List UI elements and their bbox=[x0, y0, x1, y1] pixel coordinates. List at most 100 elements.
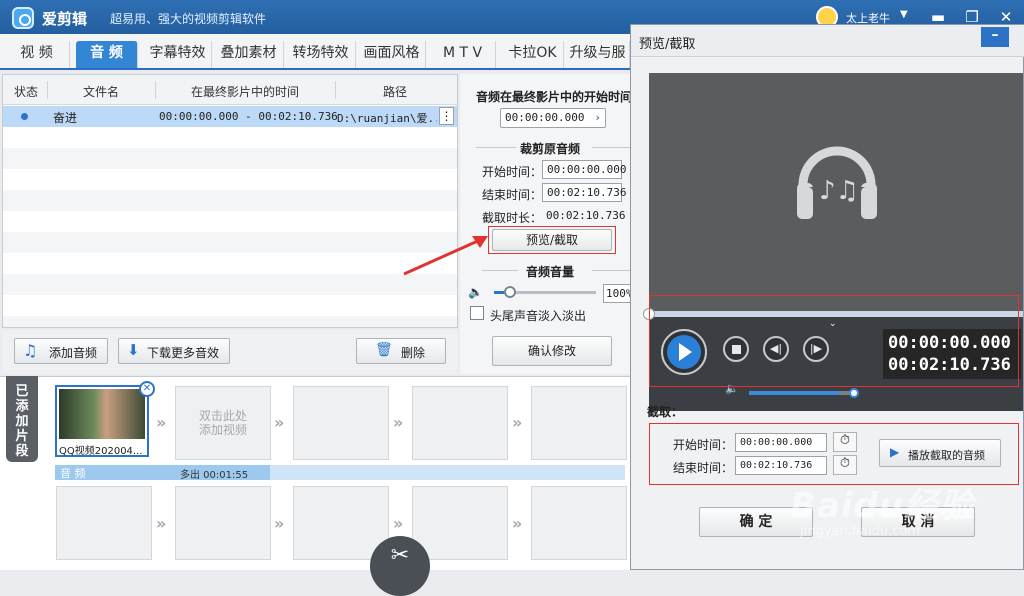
add-video-hint-1: 双击此处 bbox=[198, 409, 247, 423]
column-filename: 文件名 bbox=[82, 85, 119, 99]
end-time-label: 结束时间： bbox=[482, 188, 543, 202]
added-clips-tab: 已添加片段 bbox=[6, 376, 38, 462]
dialog-volume-handle[interactable] bbox=[849, 388, 859, 398]
dialog-end-field[interactable]: 00:02:10.736 bbox=[735, 456, 827, 475]
empty-clip-slot[interactable] bbox=[531, 486, 627, 560]
audio-preview-area: ♪♫ bbox=[649, 73, 1023, 311]
column-path: 路径 bbox=[382, 85, 407, 99]
add-music-icon: ♫ bbox=[23, 341, 38, 360]
user-menu-chevron-down-icon[interactable]: ▼ bbox=[900, 9, 908, 20]
empty-clip-slot[interactable] bbox=[531, 386, 627, 460]
tab-overlay-material[interactable]: 叠加素材 bbox=[214, 41, 284, 68]
set-start-clock-icon[interactable]: ⏱ bbox=[833, 432, 857, 452]
headphones-music-icon: ♪♫ bbox=[797, 146, 877, 227]
crop-heading: 截取： bbox=[647, 405, 684, 419]
remove-clip-icon[interactable]: ✕ bbox=[139, 381, 155, 397]
arrow-right-icon: » bbox=[393, 514, 404, 533]
set-end-clock-icon[interactable]: ⏱ bbox=[833, 455, 857, 475]
start-time-field[interactable]: 00:00:00.000 bbox=[542, 160, 626, 179]
row-more-button[interactable]: ⋮ bbox=[439, 107, 454, 125]
audio-track-extra: 多出 00:01:55 bbox=[180, 470, 249, 481]
fade-label: 头尾声音淡入淡出 bbox=[490, 309, 587, 323]
empty-clip-slot[interactable] bbox=[56, 486, 152, 560]
table-row[interactable]: 奋进 00:00:00.000 - 00:02:10.736 D:\ruanji… bbox=[3, 106, 457, 127]
dialog-end-label: 结束时间： bbox=[673, 461, 734, 475]
tab-subtitle-effects[interactable]: 字幕特效 bbox=[144, 41, 212, 68]
arrow-right-icon: » bbox=[512, 413, 523, 432]
delete-label: 删除 bbox=[401, 346, 426, 360]
column-status: 状态 bbox=[13, 85, 38, 99]
arrow-right-icon: » bbox=[274, 514, 285, 533]
empty-clip-slot[interactable] bbox=[293, 386, 389, 460]
download-more-label: 下载更多音效 bbox=[147, 346, 220, 360]
start-in-final-field[interactable]: 00:00:00.000 › bbox=[500, 108, 606, 128]
start-time-label: 开始时间： bbox=[482, 165, 543, 179]
audio-track-label: 音 频 bbox=[60, 467, 86, 480]
trash-icon: 🗑 bbox=[375, 342, 393, 358]
confirm-changes-button[interactable]: 确认修改 bbox=[492, 336, 612, 366]
tab-transition-effects[interactable]: 转场特效 bbox=[286, 41, 356, 68]
volume-section-title: 音频音量 bbox=[526, 265, 575, 279]
empty-clip-slot[interactable] bbox=[175, 486, 271, 560]
fade-checkbox[interactable] bbox=[470, 306, 484, 320]
dialog-start-field[interactable]: 00:00:00.000 bbox=[735, 433, 827, 452]
end-time-field[interactable]: 00:02:10.736 bbox=[542, 183, 626, 202]
add-video-hint-2: 添加视频 bbox=[198, 423, 247, 437]
annotation-arrow-icon bbox=[403, 236, 488, 276]
row-filename: 奋进 bbox=[53, 111, 78, 125]
row-path: D:\ruanjian\爱... bbox=[337, 112, 437, 125]
svg-text:♪♫: ♪♫ bbox=[819, 176, 859, 206]
download-more-button[interactable]: ⬇ 下载更多音效 bbox=[118, 338, 230, 364]
arrow-right-icon: » bbox=[156, 514, 167, 533]
status-dot-icon bbox=[21, 113, 28, 120]
dialog-title-bar: 预览/截取 – bbox=[631, 25, 1024, 57]
watermark-url: jingyan.baidu.com bbox=[800, 524, 920, 539]
row-time: 00:00:00.000 - 00:02:10.736 bbox=[159, 110, 338, 123]
volume-slider-handle[interactable] bbox=[504, 286, 516, 298]
speaker-icon: 🔈 bbox=[468, 285, 483, 299]
audio-list: 状态 文件名 在最终影片中的时间 路径 奋进 00:00:00.000 - 00… bbox=[2, 74, 458, 328]
tab-picture-style[interactable]: 画面风格 bbox=[358, 41, 426, 68]
arrow-right-icon: » bbox=[156, 413, 167, 432]
tab-video[interactable]: 视 频 bbox=[4, 41, 70, 68]
audio-list-header: 状态 文件名 在最终影片中的时间 路径 bbox=[3, 75, 457, 105]
scissors-icon[interactable]: ✂ bbox=[370, 536, 430, 596]
added-clips-label: 已添加片段 bbox=[15, 384, 29, 459]
dialog-minimize-icon[interactable]: – bbox=[981, 27, 1009, 47]
add-audio-label: 添加音频 bbox=[49, 346, 98, 360]
empty-clip-slot[interactable] bbox=[412, 486, 508, 560]
app-name: 爱剪辑 bbox=[42, 10, 88, 28]
add-audio-button[interactable]: ♫ 添加音频 bbox=[14, 338, 108, 364]
annotation-box bbox=[649, 295, 1019, 387]
audio-settings-panel: 音频在最终影片中的开始时间 00:00:00.000 › 裁剪原音频 开始时间：… bbox=[460, 74, 635, 374]
dialog-volume-track[interactable] bbox=[749, 391, 857, 395]
start-in-final-label: 音频在最终影片中的开始时间 bbox=[476, 90, 633, 104]
dialog-volume-fill bbox=[749, 391, 839, 395]
clip-image bbox=[59, 389, 145, 439]
empty-clip-slot[interactable] bbox=[412, 386, 508, 460]
tab-karaoke[interactable]: 卡拉OK bbox=[502, 41, 564, 68]
watermark: Baidu经验 bbox=[790, 486, 975, 526]
play-cropped-audio-button[interactable]: ▶ 播放截取的音频 bbox=[879, 439, 1001, 467]
start-in-final-value: 00:00:00.000 bbox=[505, 111, 585, 124]
preview-crop-button[interactable]: 预览/截取 bbox=[492, 229, 612, 251]
arrow-right-icon: » bbox=[393, 413, 404, 432]
arrow-right-icon: » bbox=[274, 413, 285, 432]
play-icon: ▶ bbox=[890, 445, 900, 459]
tab-audio[interactable]: 音 频 bbox=[76, 41, 138, 68]
duration-label: 截取时长： bbox=[482, 211, 543, 225]
clip-thumbnail[interactable]: QQ视频202004... bbox=[55, 385, 149, 457]
audio-list-toolbar: ♫ 添加音频 ⬇ 下载更多音效 🗑 删除 bbox=[2, 330, 458, 374]
tab-upgrade[interactable]: 升级与服 bbox=[566, 41, 630, 68]
delete-button[interactable]: 🗑 删除 bbox=[356, 338, 446, 364]
clip-filename: QQ视频202004... bbox=[59, 446, 143, 457]
app-slogan: 超易用、强大的视频剪辑软件 bbox=[110, 12, 267, 26]
app-logo-icon bbox=[12, 7, 34, 29]
add-video-slot[interactable]: 双击此处 添加视频 bbox=[175, 386, 271, 460]
crop-section-title: 裁剪原音频 bbox=[520, 142, 581, 156]
tab-mtv[interactable]: M T V bbox=[430, 41, 496, 68]
dialog-start-label: 开始时间： bbox=[673, 438, 734, 452]
play-cropped-audio-label: 播放截取的音频 bbox=[908, 449, 985, 462]
dialog-title: 预览/截取 bbox=[639, 37, 696, 52]
duration-value: 00:02:10.736 bbox=[546, 209, 626, 222]
